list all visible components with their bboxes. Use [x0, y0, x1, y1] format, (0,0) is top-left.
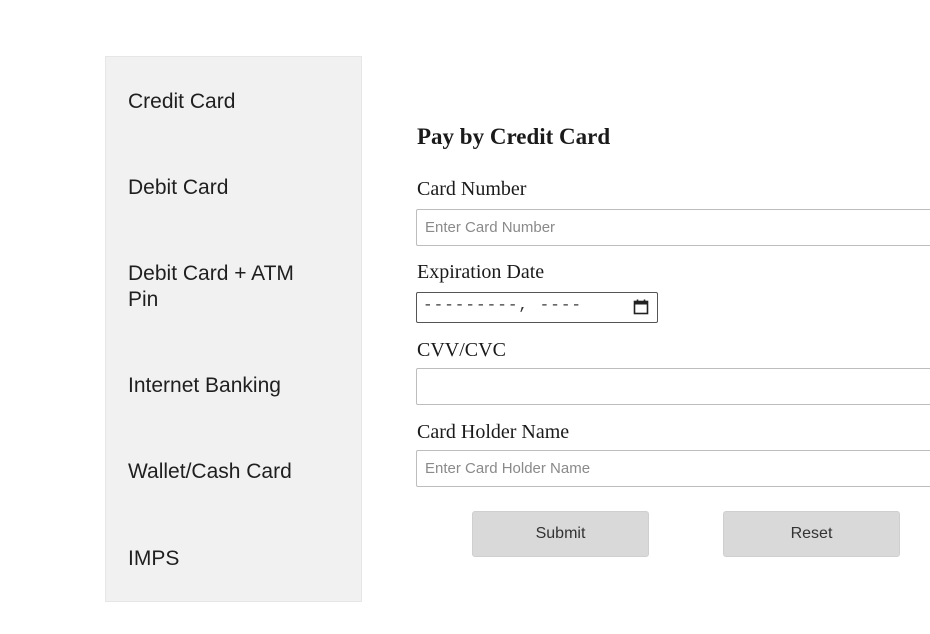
- sidebar-item-imps[interactable]: IMPS: [128, 546, 348, 572]
- submit-button[interactable]: Submit: [472, 511, 649, 557]
- sidebar-item-debit-card-atm-pin[interactable]: Debit Card + ATM Pin: [128, 261, 328, 313]
- card-holder-name-label: Card Holder Name: [417, 421, 570, 443]
- sidebar-item-internet-banking[interactable]: Internet Banking: [128, 373, 348, 399]
- reset-button[interactable]: Reset: [723, 511, 900, 557]
- expiration-date-placeholder: ---------, ----: [423, 296, 583, 314]
- cvv-label: CVV/CVC: [417, 339, 506, 361]
- form-title: Pay by Credit Card: [417, 124, 611, 149]
- sidebar-item-credit-card[interactable]: Credit Card: [128, 89, 348, 115]
- payment-method-sidebar: Credit Card Debit Card Debit Card + ATM …: [105, 56, 362, 602]
- sidebar-item-wallet-cash-card[interactable]: Wallet/Cash Card: [128, 459, 348, 485]
- card-holder-name-input[interactable]: [416, 450, 930, 487]
- card-number-label: Card Number: [417, 178, 527, 200]
- cvv-input[interactable]: [416, 368, 930, 405]
- sidebar-item-debit-card[interactable]: Debit Card: [128, 175, 348, 201]
- calendar-icon[interactable]: [633, 299, 649, 315]
- expiration-date-input[interactable]: ---------, ----: [416, 292, 658, 323]
- expiration-date-label: Expiration Date: [417, 261, 545, 283]
- card-number-input[interactable]: [416, 209, 930, 246]
